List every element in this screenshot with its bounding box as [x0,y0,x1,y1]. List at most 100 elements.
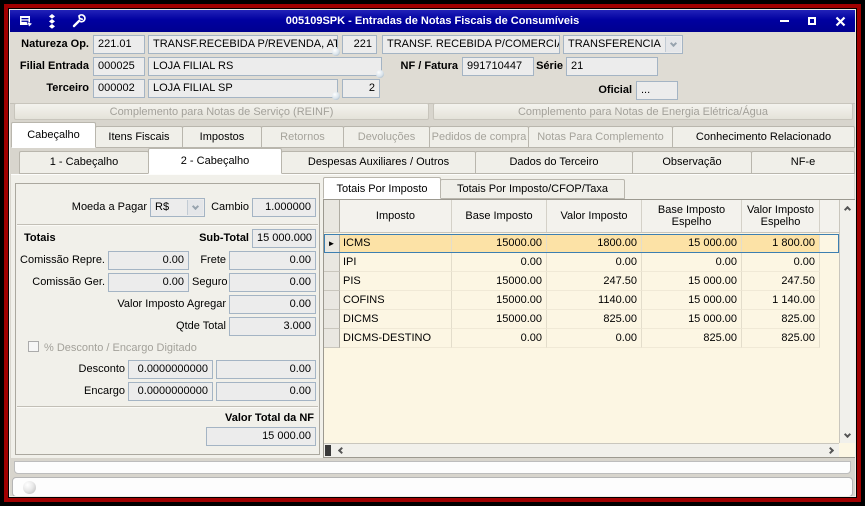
grid-cell[interactable]: 1140.00 [547,291,642,310]
grid-cell[interactable]: 825.00 [742,310,820,329]
grid-cell[interactable]: DICMS [340,310,452,329]
tab-cabecalho[interactable]: Cabeçalho [11,122,96,148]
encargo-valor-field[interactable]: 0.00 [216,382,316,401]
moeda-select[interactable]: R$ [150,198,205,217]
column-header[interactable]: Valor Imposto [547,200,642,232]
grid-cell[interactable]: COFINS [340,291,452,310]
close-button[interactable] [833,14,847,28]
cambio-field[interactable]: 1.000000 [252,198,316,217]
maximize-button[interactable] [805,14,819,28]
qtde-total-field[interactable]: 3.000 [229,317,316,336]
grid-cell[interactable]: 1800.00 [547,234,642,253]
wrench-icon[interactable] [68,12,88,30]
grid-cell[interactable]: 15000.00 [452,234,547,253]
comissao-ger-field[interactable]: 0.00 [108,273,189,292]
form-icon[interactable] [16,12,36,30]
chevron-up-icon [844,205,851,212]
grid-cell[interactable]: 15 000.00 [642,272,742,291]
grid-cell[interactable]: 1 800.00 [742,234,820,253]
tab-totais-por-imposto[interactable]: Totais Por Imposto [323,177,441,199]
grid-cell[interactable]: 0.00 [452,329,547,348]
column-header[interactable]: Base Imposto Espelho [642,200,742,232]
tab-impostos[interactable]: Impostos [182,126,262,148]
desconto-valor-field[interactable]: 0.00 [216,360,316,379]
subtab-1-cabecalho[interactable]: 1 - Cabeçalho [19,151,149,174]
valor-imposto-agregar-field[interactable]: 0.00 [229,295,316,314]
grid-cell[interactable]: 0.00 [642,253,742,272]
natureza-op-code-field[interactable]: 221.01 [93,35,145,54]
terceiro-loja-field[interactable]: 2 [342,79,380,98]
grid-cell[interactable]: 247.50 [547,272,642,291]
grid-cell[interactable]: 15 000.00 [642,234,742,253]
nf-fatura-field[interactable]: 991710447 [462,57,534,76]
scroll-up-button[interactable] [840,200,855,215]
column-header[interactable]: Valor Imposto Espelho [742,200,820,232]
tab-totais-por-imposto-cfop-taxa[interactable]: Totais Por Imposto/CFOP/Taxa [440,179,625,199]
comissao-repre-field[interactable]: 0.00 [108,251,189,270]
desconto-encargo-checkbox[interactable] [28,341,39,352]
table-row[interactable]: DICMS-DESTINO 0.00 0.00 825.00 825.00 [324,329,839,348]
scroll-down-button[interactable] [840,428,855,443]
encargo-pct-field[interactable]: 0.0000000000 [128,382,213,401]
tipo-select[interactable]: TRANSFERENCIA [563,35,683,54]
vertical-scrollbar[interactable] [839,200,855,443]
column-header[interactable]: Imposto [340,200,452,232]
tab-conhecimento-relacionado[interactable]: Conhecimento Relacionado [672,126,855,148]
frete-field[interactable]: 0.00 [229,251,316,270]
filial-code-field[interactable]: 000025 [93,57,145,76]
grid-cell[interactable]: 0.00 [742,253,820,272]
subtab-dados-do-terceiro[interactable]: Dados do Terceiro [475,151,633,174]
subtotal-field[interactable]: 15 000.000 [252,229,316,248]
natureza-group-code-field[interactable]: 221 [342,35,377,54]
table-row[interactable]: IPI 0.00 0.00 0.00 0.00 [324,253,839,272]
minimize-button[interactable] [777,14,791,28]
moeda-select-arrow-button[interactable] [187,200,203,215]
valor-total-nf-field[interactable]: 15 000.00 [206,427,316,446]
table-row[interactable]: COFINS 15000.00 1140.00 15 000.00 1 140.… [324,291,839,310]
grid-cell[interactable]: 825.00 [742,329,820,348]
subtab-despesas-auxiliares[interactable]: Despesas Auxiliares / Outros [281,151,476,174]
terceiro-code-field[interactable]: 000002 [93,79,145,98]
grid-cell[interactable]: PIS [340,272,452,291]
grid-cell[interactable]: 0.00 [452,253,547,272]
grid-cell[interactable]: 15000.00 [452,310,547,329]
grid-cell[interactable]: 247.50 [742,272,820,291]
filial-desc-field[interactable]: LOJA FILIAL RS [148,57,382,76]
grid-cell[interactable]: 825.00 [547,310,642,329]
grid-cell[interactable]: IPI [340,253,452,272]
tab-itens-fiscais[interactable]: Itens Fiscais [95,126,183,148]
grid-cell[interactable]: 15 000.00 [642,310,742,329]
scroll-right-button[interactable] [825,444,839,457]
grid-cell[interactable]: 15 000.00 [642,291,742,310]
desconto-pct-field[interactable]: 0.0000000000 [128,360,213,379]
grid-cell[interactable]: 15000.00 [452,272,547,291]
tipo-select-arrow-button[interactable] [665,37,681,52]
terceiro-desc-field[interactable]: LOJA FILIAL SP [148,79,338,98]
grid-cell[interactable]: 825.00 [642,329,742,348]
subtab-observacao[interactable]: Observação [632,151,752,174]
grid-cell[interactable]: 0.00 [547,329,642,348]
table-row[interactable]: DICMS 15000.00 825.00 15 000.00 825.00 [324,310,839,329]
serie-field[interactable]: 21 [566,57,658,76]
grid-cell[interactable]: 0.00 [547,253,642,272]
column-header[interactable]: Base Imposto [452,200,547,232]
subtab-nfe[interactable]: NF-e [751,151,855,174]
oficial-button[interactable]: ... [636,81,678,100]
grid-cell[interactable]: 1 140.00 [742,291,820,310]
natureza-group-desc-field[interactable]: TRANSF. RECEBIDA P/COMERCIALIZA [382,35,560,54]
row-indicator [324,253,340,272]
table-row[interactable]: ► ICMS 15000.00 1800.00 15 000.00 1 800.… [324,234,839,253]
horizontal-scrollbar[interactable] [324,443,839,457]
scroll-left-button[interactable] [333,444,347,457]
maximize-icon [808,17,816,25]
grid-cell[interactable]: 15000.00 [452,291,547,310]
natureza-op-desc-field[interactable]: TRANSF.RECEBIDA P/REVENDA, ATIVO/C [148,35,338,54]
seguro-field[interactable]: 0.00 [229,273,316,292]
subtab-2-cabecalho[interactable]: 2 - Cabeçalho [148,148,282,174]
grid-cell[interactable]: ICMS [340,234,452,253]
totem-icon[interactable] [42,12,62,30]
window-title: 005109SPK - Entradas de Notas Fiscais de… [10,15,855,27]
horizontal-scrollbar-thumb[interactable] [325,445,331,456]
grid-cell[interactable]: DICMS-DESTINO [340,329,452,348]
table-row[interactable]: PIS 15000.00 247.50 15 000.00 247.50 [324,272,839,291]
